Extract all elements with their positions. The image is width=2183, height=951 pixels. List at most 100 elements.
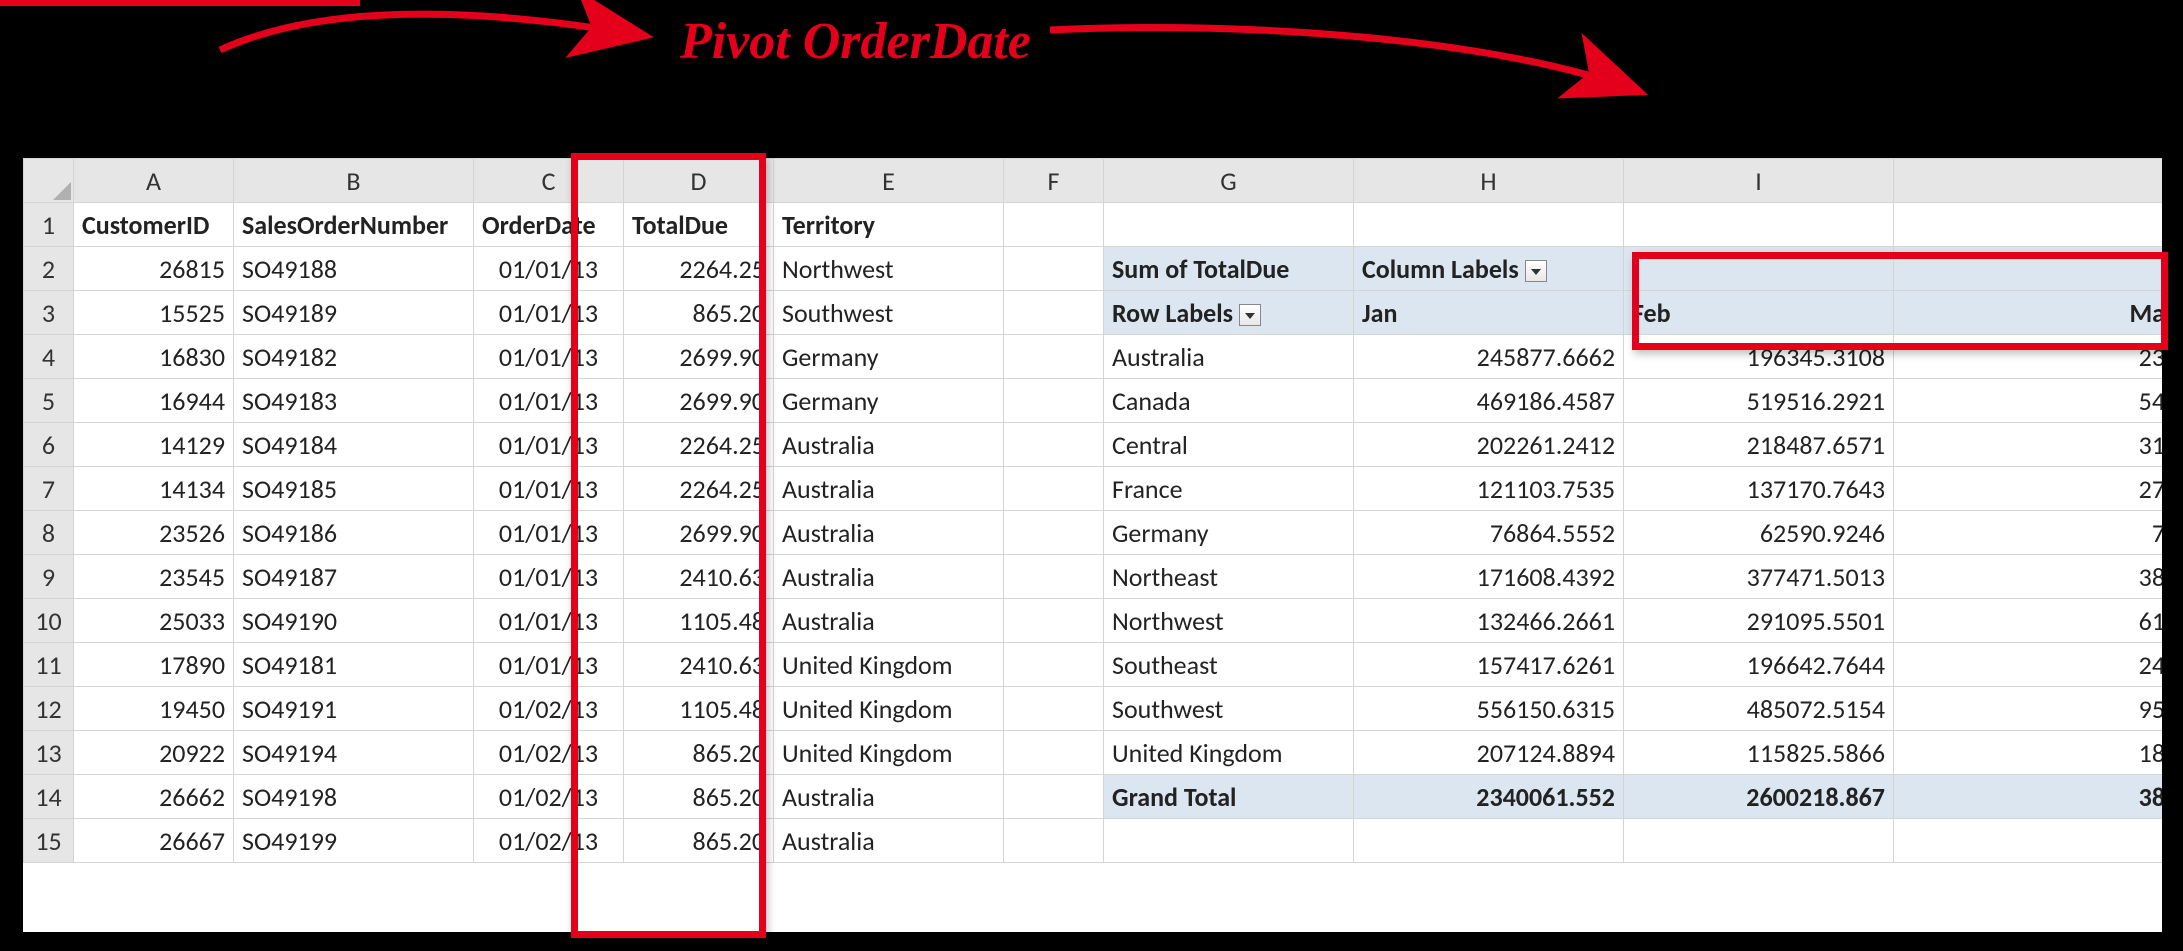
cell-customerid[interactable]: 17890 — [74, 643, 234, 687]
table-row[interactable]: 1320922SO4919401/02/13865.20United Kingd… — [24, 731, 2171, 775]
cell-totaldue[interactable]: 865.20 — [624, 731, 774, 775]
cell-empty[interactable] — [1004, 423, 1104, 467]
cell-orderdate[interactable]: 01/01/13 — [474, 335, 624, 379]
cell-salesordernumber[interactable]: SO49185 — [234, 467, 474, 511]
pivot-row-label[interactable]: Australia — [1104, 335, 1354, 379]
cell-empty[interactable] — [1894, 819, 2171, 863]
pivot-row-label[interactable]: Northeast — [1104, 555, 1354, 599]
cell-salesordernumber[interactable]: SO49182 — [234, 335, 474, 379]
pivot-grand-total-label[interactable]: Grand Total — [1104, 775, 1354, 819]
cell-customerid[interactable]: 26667 — [74, 819, 234, 863]
cell-empty[interactable] — [1004, 819, 1104, 863]
pivot-month-jan[interactable]: Jan — [1354, 291, 1624, 335]
pivot-value-jan[interactable]: 171608.4392 — [1354, 555, 1624, 599]
cell-customerid[interactable]: 23545 — [74, 555, 234, 599]
cell-empty[interactable] — [1004, 775, 1104, 819]
pivot-value-jan[interactable]: 202261.2412 — [1354, 423, 1624, 467]
cell-orderdate[interactable]: 01/02/13 — [474, 731, 624, 775]
row-header-10[interactable]: 10 — [24, 599, 74, 643]
pivot-value-jan[interactable]: 121103.7535 — [1354, 467, 1624, 511]
pivot-value-cut[interactable]: 31 — [1894, 423, 2171, 467]
cell-salesordernumber[interactable]: SO49186 — [234, 511, 474, 555]
pivot-value-feb[interactable]: 218487.6571 — [1624, 423, 1894, 467]
table-row[interactable]: 714134SO4918501/01/132264.25AustraliaFra… — [24, 467, 2171, 511]
cell-customerid[interactable]: 14129 — [74, 423, 234, 467]
cell-totaldue[interactable]: 2699.90 — [624, 379, 774, 423]
cell-salesordernumber[interactable]: SO49183 — [234, 379, 474, 423]
cell-salesordernumber[interactable]: SO49188 — [234, 247, 474, 291]
col-header-overflow[interactable] — [1894, 159, 2171, 203]
cell-territory[interactable]: Germany — [774, 335, 1004, 379]
pivot-value-cut[interactable]: 23 — [1894, 335, 2171, 379]
pivot-value-jan[interactable]: 207124.8894 — [1354, 731, 1624, 775]
cell-customerid[interactable]: 16944 — [74, 379, 234, 423]
pivot-value-feb[interactable]: 137170.7643 — [1624, 467, 1894, 511]
pivot-value-jan[interactable]: 469186.4587 — [1354, 379, 1624, 423]
cell-orderdate[interactable]: 01/01/13 — [474, 379, 624, 423]
cell-empty[interactable] — [1004, 511, 1104, 555]
row-header-9[interactable]: 9 — [24, 555, 74, 599]
cell-salesordernumber[interactable]: SO49190 — [234, 599, 474, 643]
table-row[interactable]: 1025033SO4919001/01/131105.48AustraliaNo… — [24, 599, 2171, 643]
table-row[interactable]: 823526SO4918601/01/132699.90AustraliaGer… — [24, 511, 2171, 555]
pivot-value-cut[interactable]: 24 — [1894, 643, 2171, 687]
cell-salesordernumber[interactable]: SO49198 — [234, 775, 474, 819]
cell-totaldue[interactable]: 2264.25 — [624, 423, 774, 467]
pivot-value-feb[interactable]: 115825.5866 — [1624, 731, 1894, 775]
col-header-G[interactable]: G — [1104, 159, 1354, 203]
cell-territory[interactable]: Australia — [774, 599, 1004, 643]
table-row[interactable]: 516944SO4918301/01/132699.90GermanyCanad… — [24, 379, 2171, 423]
table-row[interactable]: 923545SO4918701/01/132410.63AustraliaNor… — [24, 555, 2171, 599]
cell-empty[interactable] — [1104, 819, 1354, 863]
cell-customerid[interactable]: 20922 — [74, 731, 234, 775]
cell-customerid[interactable]: 14134 — [74, 467, 234, 511]
row-header-7[interactable]: 7 — [24, 467, 74, 511]
pivot-value-jan[interactable]: 132466.2661 — [1354, 599, 1624, 643]
cell-totaldue[interactable]: 2410.63 — [624, 555, 774, 599]
pivot-column-labels[interactable]: Column Labels — [1354, 247, 1624, 291]
pivot-value-cut[interactable]: 27 — [1894, 467, 2171, 511]
cell-salesordernumber[interactable]: SO49181 — [234, 643, 474, 687]
cell-customerid[interactable]: 23526 — [74, 511, 234, 555]
cell-empty[interactable] — [1004, 203, 1104, 247]
cell-totaldue[interactable]: 2264.25 — [624, 247, 774, 291]
col-header-A[interactable]: A — [74, 159, 234, 203]
cell-empty[interactable] — [1004, 555, 1104, 599]
row-header-4[interactable]: 4 — [24, 335, 74, 379]
cell-territory[interactable]: Australia — [774, 467, 1004, 511]
cell-orderdate[interactable]: 01/01/13 — [474, 599, 624, 643]
pivot-value-feb[interactable]: 196642.7644 — [1624, 643, 1894, 687]
cell-territory[interactable]: United Kingdom — [774, 643, 1004, 687]
col-header-H[interactable]: H — [1354, 159, 1624, 203]
row-header-1[interactable]: 1 — [24, 203, 74, 247]
cell-totaldue[interactable]: 1105.48 — [624, 599, 774, 643]
col-header-I[interactable]: I — [1624, 159, 1894, 203]
pivot-value-jan[interactable]: 556150.6315 — [1354, 687, 1624, 731]
col-header-B[interactable]: B — [234, 159, 474, 203]
cell-orderdate[interactable]: 01/02/13 — [474, 687, 624, 731]
cell-empty[interactable] — [1624, 247, 1894, 291]
cell-empty[interactable] — [1624, 203, 1894, 247]
pivot-value-feb[interactable]: 485072.5154 — [1624, 687, 1894, 731]
cell-totaldue[interactable]: 865.20 — [624, 775, 774, 819]
pivot-value-jan[interactable]: 76864.5552 — [1354, 511, 1624, 555]
cell-territory[interactable]: Australia — [774, 819, 1004, 863]
table-row[interactable]: 1426662SO4919801/02/13865.20AustraliaGra… — [24, 775, 2171, 819]
cell-totaldue[interactable]: 2699.90 — [624, 511, 774, 555]
cell-empty[interactable] — [1004, 467, 1104, 511]
cell-orderdate[interactable]: 01/01/13 — [474, 247, 624, 291]
cell-header-salesordernumber[interactable]: SalesOrderNumber — [234, 203, 474, 247]
cell-orderdate[interactable]: 01/01/13 — [474, 511, 624, 555]
cell-empty[interactable] — [1354, 819, 1624, 863]
cell-empty[interactable] — [1004, 379, 1104, 423]
cell-salesordernumber[interactable]: SO49184 — [234, 423, 474, 467]
pivot-value-feb[interactable]: 377471.5013 — [1624, 555, 1894, 599]
cell-empty[interactable] — [1004, 291, 1104, 335]
pivot-row-label[interactable]: Canada — [1104, 379, 1354, 423]
cell-territory[interactable]: Northwest — [774, 247, 1004, 291]
cell-territory[interactable]: United Kingdom — [774, 687, 1004, 731]
cell-territory[interactable]: Southwest — [774, 291, 1004, 335]
cell-territory[interactable]: Australia — [774, 423, 1004, 467]
cell-customerid[interactable]: 25033 — [74, 599, 234, 643]
cell-empty[interactable] — [1004, 731, 1104, 775]
